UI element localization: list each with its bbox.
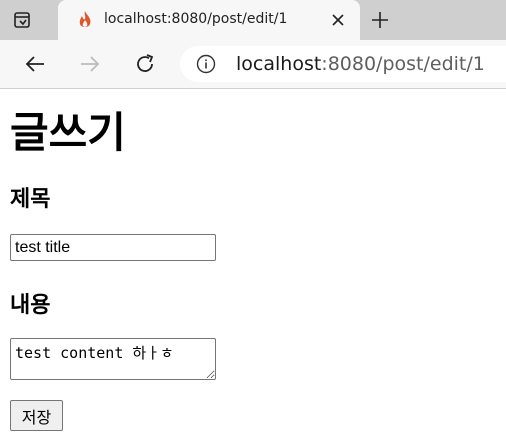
active-tab[interactable]: localhost:8080/post/edit/1 [58,0,360,40]
info-icon[interactable] [196,54,216,74]
save-button[interactable]: 저장 [10,400,63,431]
content-label: 내용 [10,293,51,318]
plus-icon[interactable] [370,10,390,30]
reload-icon[interactable] [133,52,157,76]
page-title: 글쓰기 [10,108,126,157]
content-textarea[interactable]: test content 하ㅏㅎ [10,338,216,380]
url-text: localhost:8080/post/edit/1 [236,53,485,75]
address-bar[interactable]: localhost:8080/post/edit/1 [180,46,506,82]
title-input[interactable] [10,234,216,261]
tab-title: localhost:8080/post/edit/1 [104,11,288,27]
close-icon[interactable] [330,12,346,28]
tab-actions-icon[interactable] [12,10,32,30]
tab-strip: localhost:8080/post/edit/1 [0,0,506,40]
flame-icon [79,11,91,27]
page-content: 글쓰기 제목 내용 test content 하ㅏㅎ 저장 [0,89,506,444]
url-host: localhost [236,53,322,75]
forward-arrow-icon[interactable] [78,52,102,76]
title-label: 제목 [10,187,51,212]
back-arrow-icon[interactable] [23,52,47,76]
browser-toolbar: localhost:8080/post/edit/1 [0,40,506,89]
url-path: :8080/post/edit/1 [321,53,485,75]
